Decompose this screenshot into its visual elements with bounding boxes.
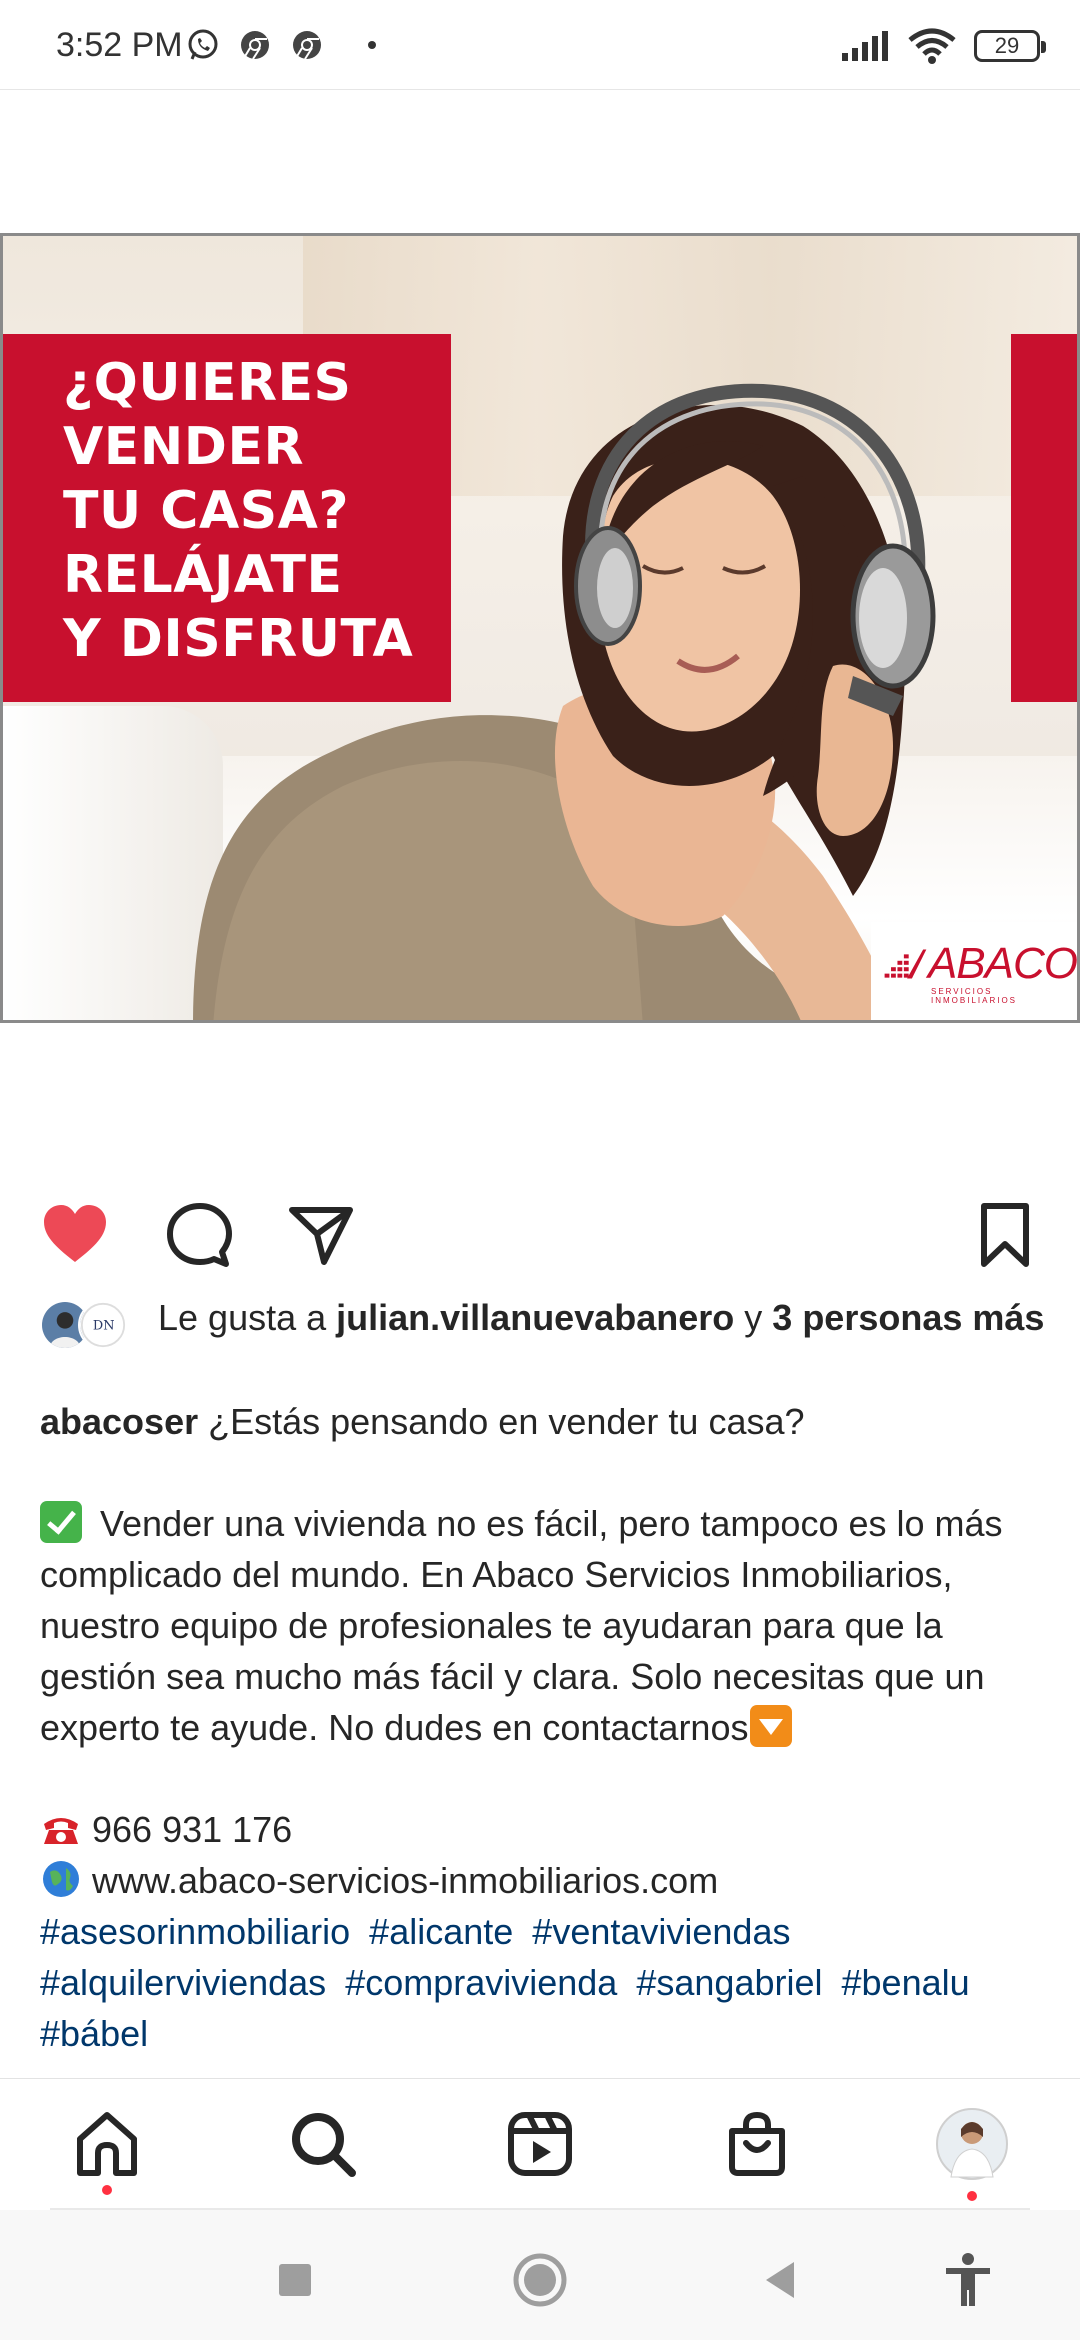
signal-icon xyxy=(842,31,888,61)
system-navigation-bar xyxy=(0,2210,1080,2340)
back-button[interactable] xyxy=(752,2250,812,2310)
headline-line: RELÁJATE xyxy=(63,545,343,605)
accessibility-button[interactable] xyxy=(938,2250,998,2310)
whatsapp-icon xyxy=(188,29,218,60)
share-icon[interactable] xyxy=(286,1200,356,1270)
headline-line: TU CASA? xyxy=(63,481,350,541)
home-button[interactable] xyxy=(510,2250,570,2310)
likes-text: Le gusta a julian.villanuevabanero y 3 p… xyxy=(158,1297,1045,1338)
caption-phone: 966 931 176 xyxy=(40,1804,1050,1855)
shop-icon[interactable] xyxy=(722,2109,792,2179)
caption-body: Vender una vivienda no es fácil, pero ta… xyxy=(40,1501,1003,1748)
caption-username[interactable]: abacoser xyxy=(40,1401,198,1442)
hashtag-link[interactable]: #ventaviviendas xyxy=(532,1911,790,1952)
hashtag-link[interactable]: #benalu xyxy=(842,1962,970,2003)
search-icon[interactable] xyxy=(288,2109,358,2179)
profile-notification-dot xyxy=(967,2191,977,2201)
caption-website: www.abaco-servicios-inmobiliarios.com xyxy=(40,1855,1050,1906)
status-bar: 3:52 PM 29 xyxy=(0,0,1080,90)
likes-others-link[interactable]: 3 personas más xyxy=(772,1297,1044,1338)
telephone-emoji-icon xyxy=(44,1818,78,1844)
liker-avatars: DN xyxy=(40,1300,140,1356)
liker-avatar: DN xyxy=(78,1300,128,1350)
battery-level: 29 xyxy=(994,33,1020,58)
reels-icon[interactable] xyxy=(505,2109,575,2179)
headline-line: VENDER xyxy=(63,417,305,477)
battery-indicator: 29 xyxy=(974,30,1046,62)
caption-first-line: abacoser ¿Estás pensando en vender tu ca… xyxy=(40,1401,805,1442)
check-mark-emoji-icon xyxy=(40,1501,82,1543)
headline-line: Y DISFRUTA xyxy=(63,609,414,669)
status-system-icons: 29 xyxy=(842,28,1046,64)
comment-icon[interactable] xyxy=(164,1200,234,1270)
abaco-logo-mark-icon xyxy=(884,949,927,979)
logo-wordmark: ABACO xyxy=(927,939,1077,988)
globe-emoji-icon xyxy=(43,1861,79,1897)
home-icon[interactable] xyxy=(72,2109,142,2179)
abaco-logo: ABACO SERVICIOS INMOBILIARIOS xyxy=(871,922,1077,1020)
svg-text:DN: DN xyxy=(93,1319,115,1334)
chrome-icon xyxy=(241,31,269,60)
caption-hashtags: #asesorinmobiliario #alicante #ventavivi… xyxy=(40,1906,1050,2059)
hashtag-link[interactable]: #sangabriel xyxy=(636,1962,822,2003)
post-actions-bar xyxy=(0,1190,1080,1270)
bottom-navigation xyxy=(0,2078,1080,2208)
status-time: 3:52 PM xyxy=(56,26,183,64)
hashtag-link[interactable]: #asesorinmobiliario xyxy=(40,1911,350,1952)
headline-text: ¿QUIERES VENDER TU CASA? RELÁJATE Y DISF… xyxy=(63,351,443,671)
hashtag-link[interactable]: #alquilerviviendas xyxy=(40,1962,326,2003)
more-notifications-dot xyxy=(368,41,376,49)
recents-button[interactable] xyxy=(265,2250,325,2310)
hashtag-link[interactable]: #alicante xyxy=(369,1911,513,1952)
home-notification-dot xyxy=(102,2185,112,2195)
chrome-icon xyxy=(293,31,321,60)
logo-subtitle: SERVICIOS INMOBILIARIOS xyxy=(931,987,1018,1005)
wifi-icon xyxy=(908,28,956,64)
hashtag-link[interactable]: #compravivienda xyxy=(345,1962,617,2003)
hashtag-link[interactable]: #bábel xyxy=(40,2013,148,2054)
liker-username[interactable]: julian.villanuevabanero xyxy=(336,1297,734,1338)
profile-avatar[interactable] xyxy=(935,2107,1009,2181)
bookmark-icon[interactable] xyxy=(970,1200,1040,1270)
heart-icon[interactable] xyxy=(40,1200,110,1270)
headline-line: ¿QUIERES xyxy=(63,353,352,413)
post-image[interactable]: ¿QUIERES VENDER TU CASA? RELÁJATE Y DISF… xyxy=(0,233,1080,1023)
post-caption: abacoser ¿Estás pensando en vender tu ca… xyxy=(40,1396,1050,2059)
status-notification-icons xyxy=(186,28,376,62)
down-arrow-emoji-icon xyxy=(750,1705,793,1747)
